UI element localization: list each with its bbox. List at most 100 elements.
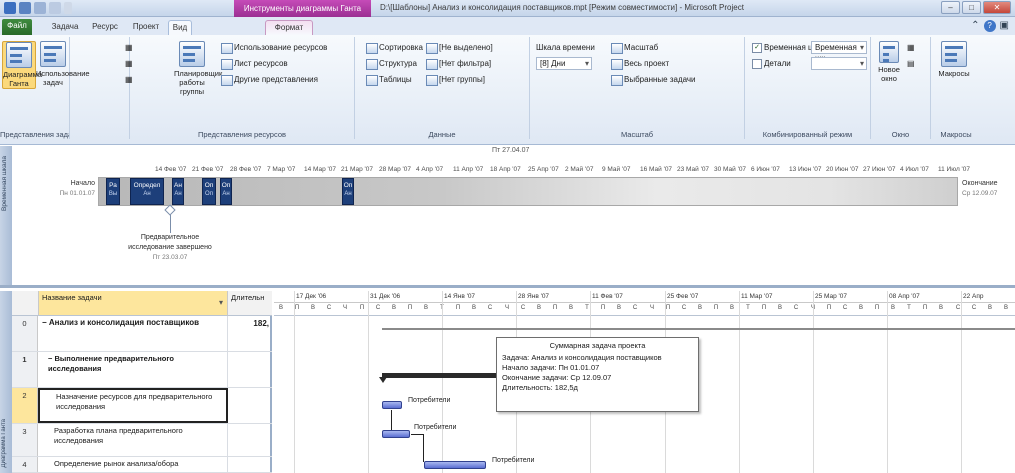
timescale-bottom-label: С: [971, 305, 977, 311]
timescale-top-label: 11 Фев '07: [592, 293, 623, 300]
timeline-date-tick: 23 Май '07: [677, 166, 710, 173]
timeline-task[interactable]: Ра Вы: [106, 178, 120, 205]
close-button[interactable]: ✕: [983, 1, 1011, 14]
timescale-top-label: 25 Фев '07: [667, 293, 699, 300]
table-row[interactable]: 1 − Выполнение предварительного исследов…: [12, 352, 272, 388]
arrange-all-icon[interactable]: ▤: [907, 57, 915, 70]
timescale-bottom-label: С: [681, 305, 687, 311]
ribbon: Диаграмма Ганта Использование задач Пред…: [0, 35, 1015, 145]
table-row[interactable]: 2 Назначение ресурсов для предварительно…: [12, 388, 272, 424]
group-label: Комбинированный режим: [762, 130, 853, 139]
table-row[interactable]: 3 Разработка плана предварительного иссл…: [12, 424, 272, 457]
timescale-label: Шкала времени: [536, 43, 595, 52]
timeline-task[interactable]: Определ Ан: [130, 178, 164, 205]
collapse-icon[interactable]: −: [42, 318, 49, 327]
table-row[interactable]: 0 − Анализ и консолидация поставщиков 18…: [12, 316, 272, 352]
new-window-button[interactable]: Новое окно: [875, 41, 903, 83]
filter-dropdown[interactable]: [Нет фильтра]: [425, 57, 491, 70]
gantt-chart-button[interactable]: Диаграмма Ганта: [2, 41, 42, 89]
task-bar[interactable]: [382, 401, 402, 409]
tab-project[interactable]: Проект: [128, 20, 164, 35]
task-bar[interactable]: [424, 461, 486, 469]
timescale-bottom-label: В: [1003, 305, 1008, 311]
timescale-top-label: 31 Дек '06: [370, 293, 401, 300]
table-row[interactable]: 4 Определение рынок анализа/обора: [12, 457, 272, 473]
quick-access-toolbar: [4, 2, 72, 14]
tables-button[interactable]: Таблицы: [365, 73, 412, 86]
timescale-bottom-label: П: [713, 305, 719, 311]
group-macros: Макросы Макросы: [931, 37, 981, 139]
group-by-dropdown[interactable]: [Нет группы]: [425, 73, 485, 86]
details-combo[interactable]: [811, 57, 867, 70]
timescale-top-label: 17 Дек '06: [296, 293, 327, 300]
save-icon[interactable]: [19, 2, 31, 14]
group-label: Данные: [428, 130, 456, 139]
timescale-bottom-label: П: [600, 305, 606, 311]
timeline-view[interactable]: Временная шкала Пт 27.04.07 14 Фев '07 21…: [0, 146, 1015, 288]
timescale-top-label: 08 Апр '07: [889, 293, 920, 300]
help-icon[interactable]: ?: [983, 20, 996, 32]
resource-sheet-button[interactable]: Лист ресурсов: [220, 57, 288, 70]
maximize-button[interactable]: □: [962, 1, 981, 14]
timeline-date-tick: 4 Апр '07: [416, 166, 444, 173]
column-header-id[interactable]: [12, 291, 38, 316]
other-views-button[interactable]: Другие представления: [220, 73, 318, 86]
tab-resource[interactable]: Ресурс: [86, 20, 124, 35]
task-tooltip: Суммарная задача проекта Задача: Анализ …: [496, 337, 699, 412]
switch-windows-icon[interactable]: ▦: [907, 41, 915, 54]
timescale-bottom-label: В: [890, 305, 895, 311]
task-bar[interactable]: [382, 430, 410, 438]
timeline-combo[interactable]: Временная шк: [811, 41, 867, 63]
milestone-diamond-icon[interactable]: [164, 204, 176, 216]
tab-file[interactable]: Файл: [2, 19, 32, 35]
timeline-date-tick: 25 Апр '07: [528, 166, 559, 173]
undo-icon[interactable]: [34, 2, 46, 14]
group-task-views: Диаграмма Ганта Использование задач Пред…: [0, 37, 90, 139]
sort-button[interactable]: Сортировка: [365, 41, 423, 54]
timeline-date-tick: 28 Мар '07: [379, 166, 412, 173]
task-usage-button[interactable]: Использование задач: [36, 41, 90, 87]
timescale-bottom-label: С: [632, 305, 638, 311]
resource-label: Потребители: [492, 457, 535, 464]
redo-icon[interactable]: [49, 2, 61, 14]
customize-qat-icon[interactable]: [64, 2, 72, 14]
timescale-bottom-label: С: [487, 305, 493, 311]
zoom-button[interactable]: Масштаб: [610, 41, 658, 54]
selected-tasks-button[interactable]: Выбранные задачи: [610, 73, 696, 86]
gantt-side-bar: Диаграмма Ганта: [0, 291, 12, 473]
column-header-duration[interactable]: Длительн: [228, 291, 272, 316]
timescale-combo[interactable]: [8] Дни: [536, 57, 592, 70]
timeline-task[interactable]: Оп Ан: [342, 178, 354, 205]
project-summary-bar[interactable]: [382, 328, 1015, 330]
milestone-callout[interactable]: Предварительное исследование завершено П…: [122, 233, 218, 263]
entire-project-button[interactable]: Весь проект: [610, 57, 669, 70]
timeline-task[interactable]: Оп Ан: [220, 178, 232, 205]
macros-button[interactable]: Макросы: [937, 41, 971, 78]
timescale-bottom-label: В: [938, 305, 943, 311]
timescale-top-label: 22 Апр: [963, 293, 984, 300]
tab-task[interactable]: Задача: [48, 20, 82, 35]
gantt-chart[interactable]: 17 Дек '06 31 Дек '06 14 Янв '07 28 Янв '07…: [274, 291, 1015, 473]
minimize-button[interactable]: –: [941, 1, 960, 14]
new-window-icon: [879, 41, 899, 63]
timeline-date-tick: 6 Июн '07: [751, 166, 780, 173]
tab-view[interactable]: Вид: [168, 20, 192, 35]
group-data: Сортировка Структура Таблицы [Не выделен…: [355, 37, 530, 139]
task-table: Название задачи Длительн 0 − Анализ и ко…: [12, 291, 272, 473]
details-checkbox[interactable]: Детали: [751, 57, 791, 70]
highlight-dropdown[interactable]: [Не выделено]: [425, 41, 493, 54]
timeline-task[interactable]: Оп Оп: [202, 178, 216, 205]
ribbon-minimize-icon[interactable]: ⌃: [971, 20, 979, 32]
timescale-top-label: 11 Мар '07: [741, 293, 773, 300]
macros-icon: [941, 41, 967, 67]
team-planner-button[interactable]: Планировщик работы группы: [174, 41, 222, 96]
timeline-date-tick: 27 Июн '07: [863, 166, 896, 173]
timeline-task[interactable]: Ан Ан: [172, 178, 184, 205]
options-icon[interactable]: ▣: [1000, 20, 1009, 32]
outline-button[interactable]: Структура: [365, 57, 417, 70]
tab-format[interactable]: Формат: [265, 20, 313, 35]
gantt-gridline: [813, 291, 814, 473]
app-icon[interactable]: [4, 2, 16, 14]
resource-usage-button[interactable]: Использование ресурсов: [220, 41, 327, 54]
column-header-task-name[interactable]: Название задачи: [38, 291, 228, 316]
